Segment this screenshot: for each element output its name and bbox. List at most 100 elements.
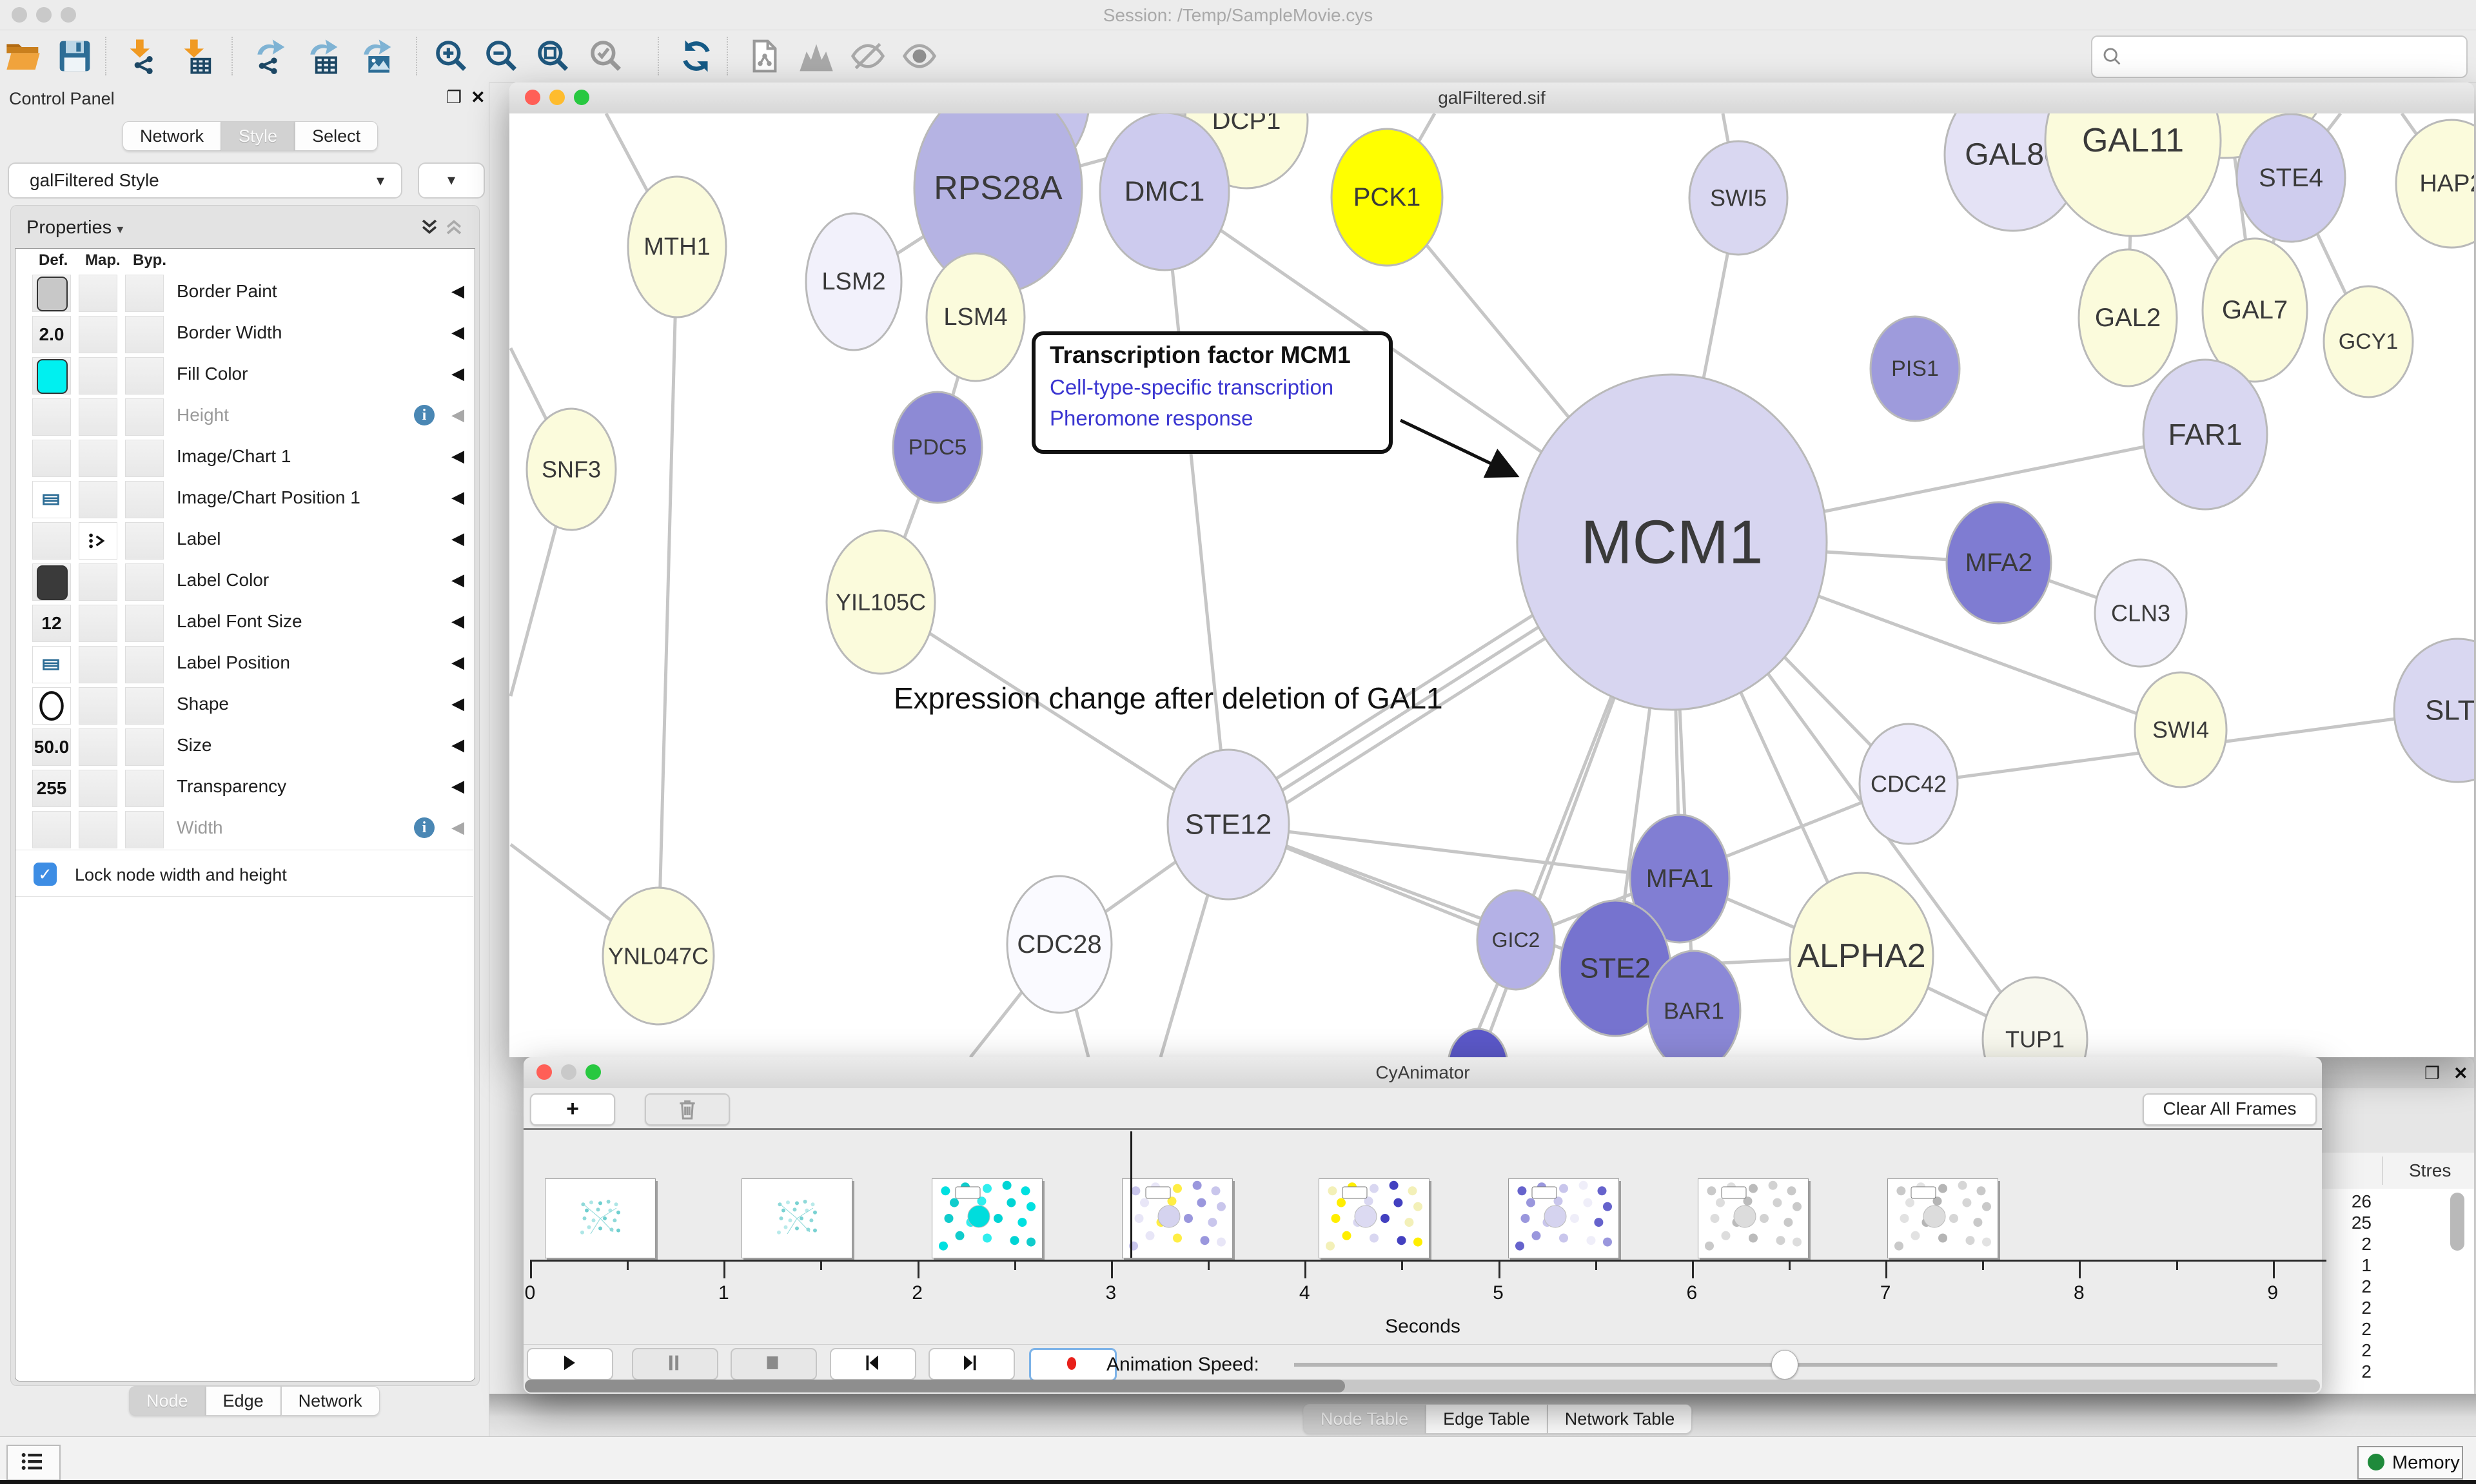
map-cell[interactable] (79, 728, 117, 766)
timeline[interactable]: 0123456789 Seconds (524, 1130, 2322, 1344)
def-cell[interactable] (32, 811, 71, 848)
node-lsm2[interactable]: LSM2 (806, 213, 901, 350)
clear-all-frames-button[interactable]: Clear All Frames (2143, 1093, 2317, 1126)
property-row-size[interactable]: 50.0Size◀ (15, 726, 473, 768)
node-cln3[interactable]: CLN3 (2095, 560, 2186, 667)
node-yil105c[interactable]: YIL105C (827, 531, 935, 674)
frame-thumbnail-6[interactable] (1508, 1178, 1619, 1258)
pause-button[interactable] (632, 1348, 718, 1380)
map-cell[interactable] (79, 481, 117, 518)
node-slt2[interactable]: SLT2 (2394, 639, 2474, 782)
node-gic2[interactable]: GIC2 (1477, 890, 1555, 990)
def-cell[interactable] (32, 687, 71, 725)
style-options-button[interactable]: ▾ (418, 162, 485, 199)
tab-network-table[interactable]: Network Table (1548, 1404, 1693, 1434)
export-network-icon[interactable] (251, 38, 288, 74)
node-pck1[interactable]: PCK1 (1331, 129, 1442, 266)
map-cell[interactable] (79, 357, 117, 395)
next-frame-button[interactable] (928, 1348, 1015, 1380)
style-selector[interactable]: galFiltered Style ▾ (8, 162, 402, 199)
network-doc-icon[interactable] (747, 38, 783, 74)
collapse-all-icon[interactable] (443, 229, 465, 240)
add-frame-button[interactable]: + (530, 1093, 615, 1126)
property-row-label-color[interactable]: Label Color◀ (15, 561, 473, 603)
def-cell[interactable] (32, 563, 71, 601)
annotation-link-1[interactable]: Cell-type-specific transcription (1050, 375, 1333, 400)
map-cell[interactable] (79, 646, 117, 683)
byp-cell[interactable] (125, 811, 164, 848)
byp-cell[interactable] (125, 522, 164, 560)
property-row-border-paint[interactable]: Border Paint◀ (15, 272, 473, 314)
stop-button[interactable] (731, 1348, 817, 1380)
map-cell[interactable] (79, 522, 117, 560)
property-row-label-font-size[interactable]: 12Label Font Size◀ (15, 602, 473, 644)
export-image-icon[interactable] (358, 38, 394, 74)
byp-cell[interactable] (125, 357, 164, 395)
zoom-fit-icon[interactable] (535, 38, 571, 74)
node-swi4[interactable]: SWI4 (2135, 672, 2226, 787)
expand-row-icon[interactable]: ◀ (451, 281, 464, 301)
zoom-selected-icon[interactable] (588, 38, 624, 74)
node-alpha2[interactable]: ALPHA2 (1790, 873, 1933, 1039)
def-cell[interactable]: 12 (32, 605, 71, 642)
frame-thumbnail-1[interactable] (545, 1178, 656, 1258)
frame-thumbnail-4[interactable] (1122, 1178, 1233, 1258)
property-row-shape[interactable]: Shape◀ (15, 685, 473, 727)
expand-row-icon[interactable]: ◀ (451, 487, 464, 507)
byp-cell[interactable] (125, 687, 164, 725)
def-cell[interactable] (32, 522, 71, 560)
node-ynl047c[interactable]: YNL047C (603, 888, 714, 1024)
playhead[interactable] (1130, 1131, 1132, 1258)
node-gal7[interactable]: GAL7 (2203, 239, 2307, 382)
def-cell[interactable] (32, 646, 71, 683)
table-vscrollbar[interactable] (2450, 1193, 2464, 1251)
def-cell[interactable] (32, 275, 71, 312)
byp-cell[interactable] (125, 316, 164, 353)
tab-style[interactable]: Style (221, 121, 295, 151)
expand-row-icon[interactable]: ◀ (451, 817, 464, 837)
byp-cell[interactable] (125, 770, 164, 807)
tab-edge-table[interactable]: Edge Table (1426, 1404, 1548, 1434)
tab-node-table[interactable]: Node Table (1303, 1404, 1426, 1434)
node-snf3[interactable]: SNF3 (527, 409, 616, 530)
expand-row-icon[interactable]: ◀ (451, 405, 464, 425)
node-gal11[interactable]: GAL11 (2045, 113, 2221, 236)
map-cell[interactable] (79, 811, 117, 848)
tab-network[interactable]: Network (123, 121, 221, 151)
cyanimator-titlebar[interactable]: CyAnimator (524, 1057, 2322, 1089)
import-table-icon[interactable] (177, 38, 213, 74)
byp-cell[interactable] (125, 398, 164, 436)
node-ste12[interactable]: STE12 (1168, 750, 1289, 899)
map-cell[interactable] (79, 275, 117, 312)
def-cell[interactable] (32, 398, 71, 436)
byp-cell[interactable] (125, 646, 164, 683)
byp-cell[interactable] (125, 563, 164, 601)
save-session-icon[interactable] (57, 38, 93, 74)
zoom-in-icon[interactable] (433, 38, 469, 74)
byp-cell[interactable] (125, 440, 164, 477)
zoom-out-icon[interactable] (484, 38, 520, 74)
frame-thumbnail-2[interactable] (742, 1178, 852, 1258)
map-cell[interactable] (79, 398, 117, 436)
node-pdc5[interactable]: PDC5 (893, 392, 982, 503)
search-input[interactable] (2091, 35, 2468, 78)
property-row-fill-color[interactable]: Fill Color◀ (15, 355, 473, 396)
show-panels-button[interactable] (6, 1445, 61, 1481)
export-table-icon[interactable] (304, 38, 340, 74)
map-cell[interactable] (79, 563, 117, 601)
expand-row-icon[interactable]: ◀ (451, 446, 464, 466)
tab-edge[interactable]: Edge (206, 1386, 281, 1416)
node-nodeb[interactable] (1448, 1029, 1508, 1057)
expand-row-icon[interactable]: ◀ (451, 735, 464, 755)
node-gal2[interactable]: GAL2 (2079, 249, 2177, 386)
property-row-label[interactable]: Label◀ (15, 520, 473, 561)
map-cell[interactable] (79, 770, 117, 807)
byp-cell[interactable] (125, 275, 164, 312)
timeline-hscrollbar[interactable] (525, 1380, 2320, 1392)
import-network-icon[interactable] (123, 38, 159, 74)
frame-thumbnail-8[interactable] (1887, 1178, 1998, 1258)
property-row-image-chart-position-1[interactable]: Image/Chart Position 1◀ (15, 478, 473, 520)
map-cell[interactable] (79, 440, 117, 477)
tab-node[interactable]: Node (129, 1386, 206, 1416)
property-row-width[interactable]: Widthi◀ (15, 808, 473, 850)
